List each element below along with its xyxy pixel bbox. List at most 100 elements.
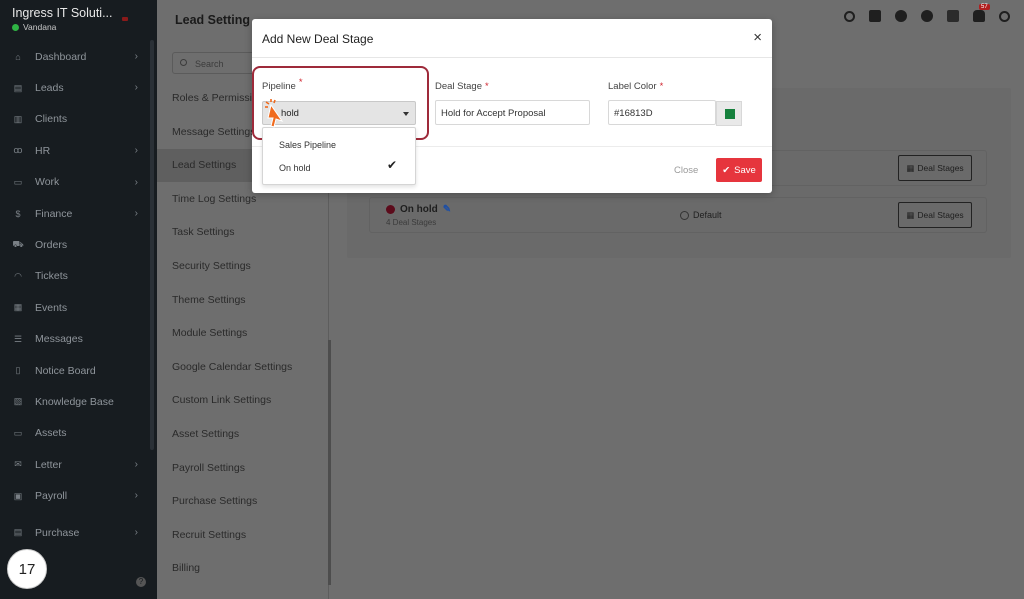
sidebar-item-payroll[interactable]: ▣ Payroll › <box>0 480 152 511</box>
deal-stages-button[interactable]: ▦ Deal Stages <box>898 202 972 228</box>
deal-stages-button[interactable]: ▦ Deal Stages <box>898 155 972 181</box>
label-color-input[interactable]: #16813D <box>608 100 716 125</box>
settings-item[interactable]: Purchase Settings <box>157 485 327 518</box>
gift-icon[interactable] <box>947 10 959 22</box>
settings-item[interactable]: Module Settings <box>157 317 327 350</box>
bell-icon[interactable]: 57 <box>973 4 990 22</box>
radio-icon[interactable] <box>680 210 689 220</box>
settings-item[interactable]: Theme Settings <box>157 284 327 317</box>
sidebar-item-leads[interactable]: ▤ Leads › <box>0 72 152 103</box>
notes-icon[interactable] <box>869 10 881 22</box>
deal-stage-input[interactable]: Hold for Accept Proposal <box>435 100 590 125</box>
company-menu-caret[interactable] <box>122 17 128 21</box>
sidebar-item-letter[interactable]: ✉ Letter › <box>0 449 152 480</box>
sidebar-item-finance[interactable]: $ Finance › <box>0 198 152 229</box>
mail-icon: ✉ <box>14 459 22 470</box>
power-icon[interactable] <box>999 10 1010 22</box>
notification-count-badge: 57 <box>979 4 990 10</box>
search-icon[interactable] <box>844 10 855 22</box>
settings-item[interactable]: Security Settings <box>157 250 327 283</box>
dropdown-option[interactable]: Sales Pipeline <box>279 140 336 150</box>
company-name[interactable]: Ingress IT Soluti... <box>12 6 113 20</box>
chevron-right-icon: › <box>134 82 138 94</box>
pointer-cursor-icon <box>265 99 284 128</box>
sidebar-item-notice-board[interactable]: ▯ Notice Board <box>0 355 152 386</box>
home-icon: ⌂ <box>15 51 21 62</box>
pipeline-name: On hold ✎ <box>386 204 451 215</box>
deal-stages-button-label: Deal Stages <box>917 163 964 173</box>
current-user: Vandana <box>12 22 56 32</box>
sidebar-item-label: Messages <box>35 333 83 346</box>
grid-icon: ▦ <box>906 209 915 220</box>
pipeline-label: Pipeline * <box>262 77 303 92</box>
add-deal-stage-modal: Add New Deal Stage × Pipeline * hold Sale… <box>252 19 772 193</box>
sidebar-item-clients[interactable]: ▥ Clients <box>0 104 152 135</box>
top-icon-bar: 57 <box>844 4 1010 22</box>
sidebar-scrollbar[interactable] <box>150 40 154 450</box>
clipboard-icon: ▯ <box>15 365 21 376</box>
pipeline-stage-count: 4 Deal Stages <box>386 218 437 227</box>
receipt-icon: ▤ <box>13 527 23 538</box>
briefcase-icon: ▭ <box>13 176 23 187</box>
sidebar-item-label: Orders <box>35 239 68 252</box>
sidebar-item-knowledge-base[interactable]: ▧ Knowledge Base <box>0 386 152 417</box>
default-radio-label: Default <box>693 210 722 220</box>
settings-item[interactable]: Payroll Settings <box>157 452 327 485</box>
deal-stage-label: Deal Stage * <box>435 81 489 92</box>
chevron-right-icon: › <box>134 459 138 471</box>
pipeline-dropdown: Sales Pipeline On hold ✔ <box>262 127 416 185</box>
pipeline-color-dot <box>386 205 395 214</box>
deal-stages-button-label: Deal Stages <box>917 210 964 220</box>
sidebar-item-assets[interactable]: ▭ Assets <box>0 418 152 449</box>
sidebar-item-label: Leads <box>35 82 64 95</box>
settings-item[interactable]: Billing <box>157 552 327 585</box>
dropdown-option[interactable]: On hold <box>279 163 311 173</box>
sidebar-item-orders[interactable]: ⛟ Orders <box>0 229 152 260</box>
sidebar-item-purchase[interactable]: ▤ Purchase › <box>0 517 152 548</box>
sidebar-item-tickets[interactable]: ◠ Tickets <box>0 261 152 292</box>
chevron-right-icon: › <box>134 176 138 188</box>
save-button[interactable]: ✔ Save <box>716 158 762 182</box>
sidebar-item-hr[interactable]: ꝏ HR › <box>0 135 152 166</box>
color-picker[interactable] <box>716 101 742 126</box>
color-swatch-icon <box>725 109 735 119</box>
settings-item[interactable]: Task Settings <box>157 216 327 249</box>
chart-icon: ▥ <box>13 113 23 124</box>
chevron-right-icon: › <box>134 51 138 62</box>
check-icon: ✔ <box>722 164 731 176</box>
search-icon <box>180 59 187 66</box>
default-radio[interactable]: Default <box>680 210 722 220</box>
user-name: Vandana <box>23 22 57 32</box>
pipeline-name-label: On hold <box>400 204 438 215</box>
settings-item[interactable]: Google Calendar Settings <box>157 351 327 384</box>
add-icon[interactable] <box>921 10 933 22</box>
sidebar-item-events[interactable]: ▦ Events <box>0 292 152 323</box>
settings-scrollbar[interactable] <box>328 340 331 585</box>
step-number-badge: 17 <box>7 549 47 589</box>
sidebar-item-label: Events <box>35 301 68 314</box>
sidebar-item-messages[interactable]: ☰ Messages <box>0 324 152 355</box>
pipeline-row: On hold ✎ 4 Deal Stages Default ▦ Deal S… <box>369 197 987 233</box>
message-icon: ☰ <box>13 333 23 344</box>
chevron-right-icon: › <box>134 526 138 538</box>
grid-icon: ▦ <box>906 162 915 173</box>
settings-item[interactable]: Recruit Settings <box>157 519 327 552</box>
sidebar-item-dashboard[interactable]: ⌂ Dashboard › <box>0 41 152 72</box>
clock-icon[interactable] <box>895 10 907 22</box>
close-button[interactable]: Close <box>674 165 698 176</box>
chevron-down-icon <box>403 112 409 116</box>
calendar-icon: ▦ <box>13 302 23 313</box>
edit-icon[interactable]: ✎ <box>443 204 451 215</box>
deal-stage-label-text: Deal Stage <box>435 81 483 92</box>
close-icon[interactable]: × <box>753 30 762 45</box>
settings-item[interactable]: Asset Settings <box>157 418 327 451</box>
help-icon[interactable]: ? <box>136 577 146 587</box>
sidebar-item-label: HR <box>35 144 51 157</box>
people-icon: ꝏ <box>13 145 23 156</box>
sidebar-item-label: Payroll <box>35 490 68 503</box>
label-color-label-text: Label Color <box>608 81 657 92</box>
settings-item[interactable]: Custom Link Settings <box>157 384 327 417</box>
cart-icon: ⛟ <box>12 239 24 250</box>
save-button-label: Save <box>734 164 756 176</box>
sidebar-item-work[interactable]: ▭ Work › <box>0 167 152 198</box>
